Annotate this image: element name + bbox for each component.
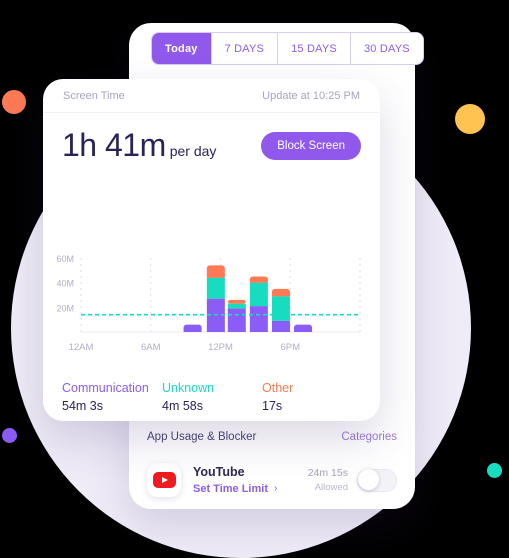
screen-time-card: Screen Time Update at 10:25 PM 1h 41m pe… — [43, 79, 380, 421]
update-timestamp: Update at 10:25 PM — [262, 89, 360, 102]
block-screen-button[interactable]: Block Screen — [261, 131, 361, 160]
chart-bar-segment — [271, 296, 290, 321]
chart-bar-segment — [227, 299, 246, 304]
app-name: YouTube — [193, 465, 245, 480]
app-row-meta: 24m 15s Allowed — [308, 467, 348, 493]
chart-xtick-label: 12PM — [208, 342, 233, 353]
legend-item-unknown: Unknown 4m 58s — [162, 379, 262, 415]
chart-xtick-label: 6PM — [280, 342, 300, 353]
decorative-dot-orange — [2, 90, 26, 114]
chart-xtick-label: 6AM — [141, 342, 161, 353]
chart-bar-segment-fill — [206, 273, 225, 278]
tab-15-days[interactable]: 15 DAYS — [278, 33, 351, 64]
decorative-dot-yellow — [455, 104, 485, 134]
allow-toggle[interactable] — [357, 468, 397, 492]
legend-value: 54m 3s — [62, 399, 103, 414]
app-usage-title: App Usage & Blocker — [147, 431, 257, 443]
list-item[interactable]: YouTube Set Time Limit › 24m 15s Allowed — [147, 463, 397, 497]
legend-label: Other — [262, 381, 294, 395]
app-usage-time: 24m 15s — [307, 467, 348, 479]
legend-label: Communication — [62, 381, 149, 395]
chevron-right-icon: › — [273, 482, 278, 494]
decorative-dot-teal — [487, 463, 502, 478]
chart-bar-segment-fill — [294, 328, 313, 332]
screen-time-card-header: Screen Time Update at 10:25 PM — [43, 79, 380, 113]
duration-unit: per day — [169, 143, 217, 159]
set-time-limit-button[interactable]: Set Time Limit › — [193, 483, 308, 495]
tab-7-days[interactable]: 7 DAYS — [211, 33, 279, 64]
chart-svg: 20M 40M 60M 12AM 6AM 12PM 6PM — [56, 254, 361, 353]
categories-link[interactable]: Categories — [341, 431, 397, 443]
screen-time-summary: 1h 41m per day Block Screen — [43, 113, 380, 164]
chart-bar-segment-fill — [249, 278, 268, 283]
chart-ytick-label: 60M — [56, 254, 74, 264]
duration-wrap: 1h 41m per day — [62, 127, 216, 164]
chart-bar-segment — [249, 306, 268, 332]
app-usage-section: App Usage & Blocker Categories YouTube S… — [129, 421, 415, 509]
tab-30-days[interactable]: 30 DAYS — [350, 33, 423, 64]
decorative-dot-purple — [2, 428, 17, 443]
usage-bar-chart: 20M 40M 60M 12AM 6AM 12PM 6PM — [43, 251, 380, 356]
range-tab-bar: Today 7 DAYS 15 DAYS 30 DAYS — [151, 32, 424, 65]
chart-bar-segment — [227, 303, 246, 309]
chart-ytick-label: 20M — [56, 303, 74, 313]
chart-legend: Communication 54m 3s Unknown 4m 58s Othe… — [62, 379, 362, 415]
legend-value: 4m 58s — [162, 399, 203, 414]
chart-bar-segment — [227, 308, 246, 332]
set-time-limit-label: Set Time Limit — [193, 482, 268, 495]
legend-item-communication: Communication 54m 3s — [62, 379, 162, 415]
youtube-icon — [147, 463, 181, 497]
app-row-text: YouTube Set Time Limit › — [193, 465, 308, 495]
app-usage-header: App Usage & Blocker Categories — [147, 421, 397, 443]
chart-bar-segment-fill — [183, 328, 202, 332]
page-title: Screen Time — [63, 89, 125, 102]
toggle-knob — [358, 469, 379, 490]
legend-item-other: Other 17s — [262, 379, 362, 415]
chart-xtick-label: 12AM — [69, 342, 94, 353]
chart-bar-segment — [271, 320, 290, 332]
chart-bar-segment — [206, 277, 225, 299]
legend-value: 17s — [262, 399, 283, 414]
chart-bar-segment — [249, 282, 268, 307]
chart-ytick-label: 40M — [56, 279, 74, 289]
chart-bar-segment-fill — [271, 292, 290, 297]
legend-label: Unknown — [162, 381, 215, 395]
duration-value: 1h 41m — [62, 127, 166, 163]
tab-today[interactable]: Today — [152, 33, 212, 64]
status-badge: Allowed — [314, 482, 348, 493]
screenshot-stage: Today 7 DAYS 15 DAYS 30 DAYS App Usage &… — [0, 0, 509, 558]
